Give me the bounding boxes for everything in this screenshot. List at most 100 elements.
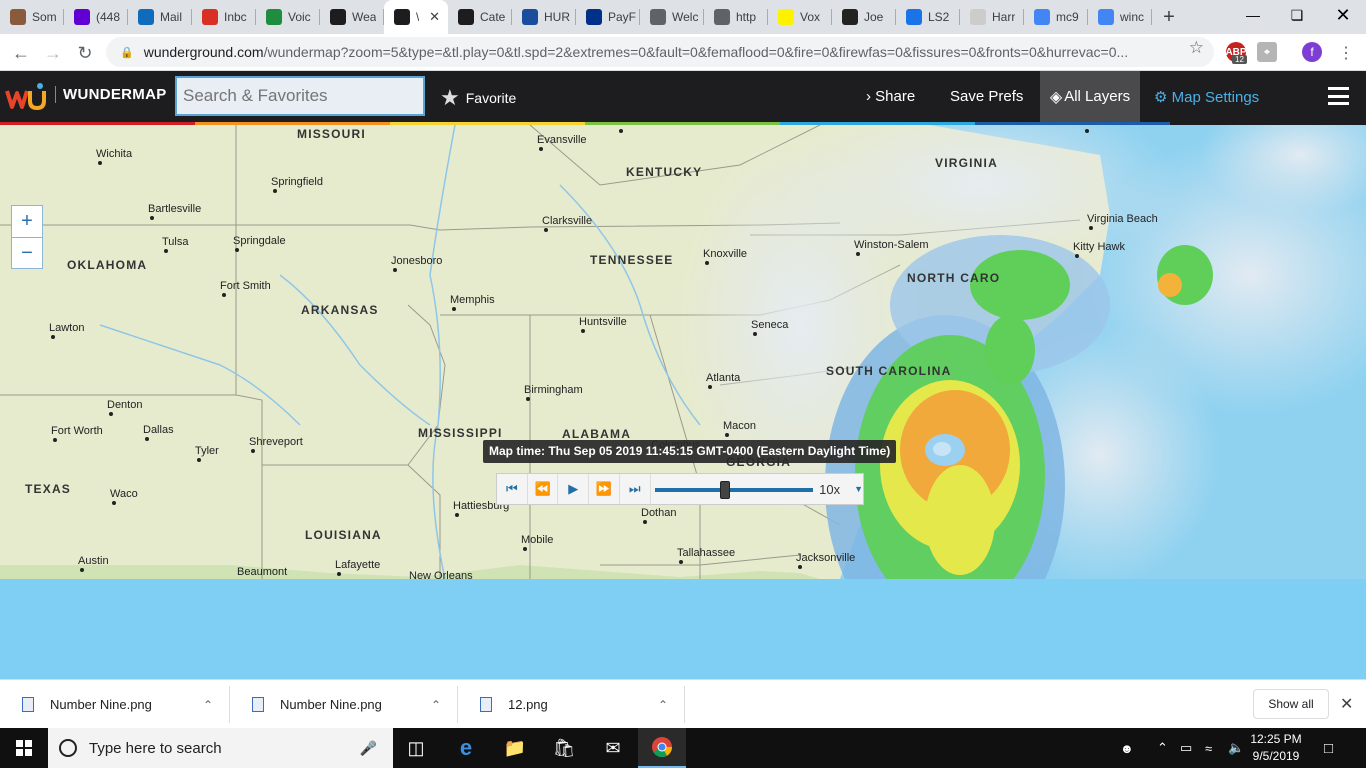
browser-tab[interactable]: winc [1088, 0, 1152, 34]
action-center-icon[interactable]: □ [1324, 728, 1333, 768]
browser-tab[interactable]: (448 [64, 0, 128, 34]
timeline-slider-handle[interactable] [719, 481, 730, 499]
favorite-button[interactable]: ★ Favorite [440, 85, 516, 111]
browser-tab[interactable]: Som [0, 0, 64, 34]
wundermap-header: WUNDERMAP ★ Favorite › Share Save Prefs … [0, 71, 1366, 125]
tab-title: Voic [288, 10, 311, 24]
system-clock[interactable]: 12:25 PM 9/5/2019 [1245, 731, 1307, 765]
search-favorites-input[interactable] [175, 76, 425, 116]
reload-icon[interactable]: ↻ [72, 40, 98, 66]
state-label: MISSISSIPPI [418, 426, 503, 440]
store-icon[interactable]: 🛍 [540, 728, 588, 768]
city-dot [80, 568, 84, 572]
browser-tab[interactable]: \ ✕ [384, 0, 448, 34]
taskbar-search[interactable]: Type here to search 🎤 [48, 728, 393, 768]
tab-title: PayF [608, 10, 637, 24]
wundermap-map[interactable]: MISSOURI KENTUCKY VIRGINIA TENNESSEE OKLAHOM… [0, 125, 1366, 679]
timeline-slider[interactable] [653, 474, 813, 504]
play-icon[interactable]: ▶ [558, 474, 590, 504]
chevron-up-icon[interactable]: ⌃ [658, 698, 668, 712]
back-arrow-icon[interactable]: ← [8, 40, 34, 66]
fast-forward-icon[interactable]: ⏩ [589, 474, 620, 504]
image-file-icon [480, 697, 492, 712]
show-all-button[interactable]: Show all [1253, 689, 1329, 719]
all-layers-button[interactable]: ◈ All Layers [1040, 71, 1140, 122]
browser-tab[interactable]: Vox [768, 0, 832, 34]
start-button[interactable] [0, 728, 48, 768]
browser-tab[interactable]: Inbc [192, 0, 256, 34]
all-layers-label: All Layers [1064, 88, 1131, 105]
hamburger-menu-icon[interactable] [1328, 87, 1349, 105]
download-item[interactable]: 12.png ⌃ [458, 686, 685, 723]
search-circle-icon [59, 739, 77, 757]
city-dot [164, 249, 168, 253]
wu-logo-icon[interactable] [4, 81, 50, 111]
browser-tab[interactable]: http [704, 0, 768, 34]
people-icon[interactable]: ☻ [1120, 728, 1134, 768]
state-label: LOUISIANA [305, 528, 382, 542]
chrome-icon[interactable] [638, 728, 686, 768]
restore-icon[interactable]: ❏ [1274, 0, 1320, 30]
save-prefs-button[interactable]: Save Prefs [950, 88, 1023, 105]
chevron-up-icon[interactable]: ⌃ [203, 698, 213, 712]
map-settings-button[interactable]: ⚙ Map Settings [1154, 88, 1259, 106]
browser-tab[interactable]: Joe [832, 0, 896, 34]
address-bar[interactable]: 🔒 wunderground.com/wundermap?zoom=5&type… [106, 37, 1214, 67]
map-canvas[interactable]: MISSOURI KENTUCKY VIRGINIA TENNESSEE OKLAHOM… [0, 125, 1366, 579]
browser-tab[interactable]: Harr [960, 0, 1024, 34]
show-hidden-icons-chevron[interactable]: ⌃ [1157, 728, 1168, 768]
acrobat-extension-icon[interactable]: ⌖ [1257, 42, 1277, 62]
microphone-icon[interactable]: 🎤 [360, 740, 377, 757]
city-dot [581, 329, 585, 333]
chrome-menu-icon[interactable]: ⋮ [1333, 40, 1359, 66]
city-label: Wichita [96, 148, 133, 160]
globe-favicon [650, 9, 666, 25]
zoom-out-button[interactable]: − [12, 238, 42, 269]
chevron-up-icon[interactable]: ⌃ [431, 698, 441, 712]
photo-favicon [10, 9, 26, 25]
close-downloads-icon[interactable]: ✕ [1340, 694, 1353, 714]
browser-tab[interactable]: mc9 [1024, 0, 1088, 34]
rewind-icon[interactable]: ⏪ [528, 474, 559, 504]
new-tab-icon[interactable]: + [1152, 0, 1186, 34]
city-label: Austin [78, 555, 109, 567]
battery-icon[interactable]: ▭ [1180, 728, 1192, 768]
task-view-icon[interactable]: ◫ [392, 728, 440, 768]
download-item[interactable]: Number Nine.png ⌃ [230, 686, 458, 723]
city-dot [393, 268, 397, 272]
browser-tab[interactable]: Wea [320, 0, 384, 34]
browser-tab[interactable]: PayF [576, 0, 640, 34]
volume-icon[interactable]: 🔈 [1228, 728, 1244, 768]
paypal-favicon [586, 9, 602, 25]
wifi-icon[interactable]: ≈ [1205, 728, 1212, 768]
share-button[interactable]: › Share [866, 88, 915, 105]
tab-title: Mail [160, 10, 183, 24]
tab-title: Harr [992, 10, 1016, 24]
browser-tab[interactable]: Voic [256, 0, 320, 34]
forward-arrow-icon[interactable]: → [40, 40, 66, 66]
city-dot [526, 397, 530, 401]
profile-avatar[interactable]: f [1302, 42, 1322, 62]
close-tab-icon[interactable]: ✕ [429, 9, 440, 25]
image-file-icon [252, 697, 264, 712]
speed-select[interactable]: 10x ▼ [819, 482, 863, 497]
download-item[interactable]: Number Nine.png ⌃ [0, 686, 230, 723]
city-label: Tallahassee [677, 547, 735, 559]
close-window-icon[interactable]: ✕ [1320, 0, 1366, 30]
state-label: TENNESSEE [590, 253, 674, 267]
mail-icon[interactable]: ✉ [589, 728, 637, 768]
browser-tab[interactable]: Cate [448, 0, 512, 34]
skip-to-end-icon[interactable]: ⏭ [620, 474, 651, 504]
skip-to-start-icon[interactable]: ⏮ [497, 474, 528, 504]
zoom-in-button[interactable]: + [12, 206, 42, 237]
browser-tab[interactable]: Mail [128, 0, 192, 34]
yahoo-mail-favicon [74, 9, 90, 25]
file-explorer-icon[interactable]: 📁 [491, 728, 539, 768]
minimize-icon[interactable]: — [1230, 0, 1276, 30]
browser-tab[interactable]: HUR [512, 0, 576, 34]
browser-tab[interactable]: LS2 [896, 0, 960, 34]
edge-icon[interactable]: e [442, 728, 490, 768]
city-dot [1075, 254, 1079, 258]
browser-tab[interactable]: Welc [640, 0, 704, 34]
bookmark-star-icon[interactable]: ☆ [1189, 38, 1204, 58]
